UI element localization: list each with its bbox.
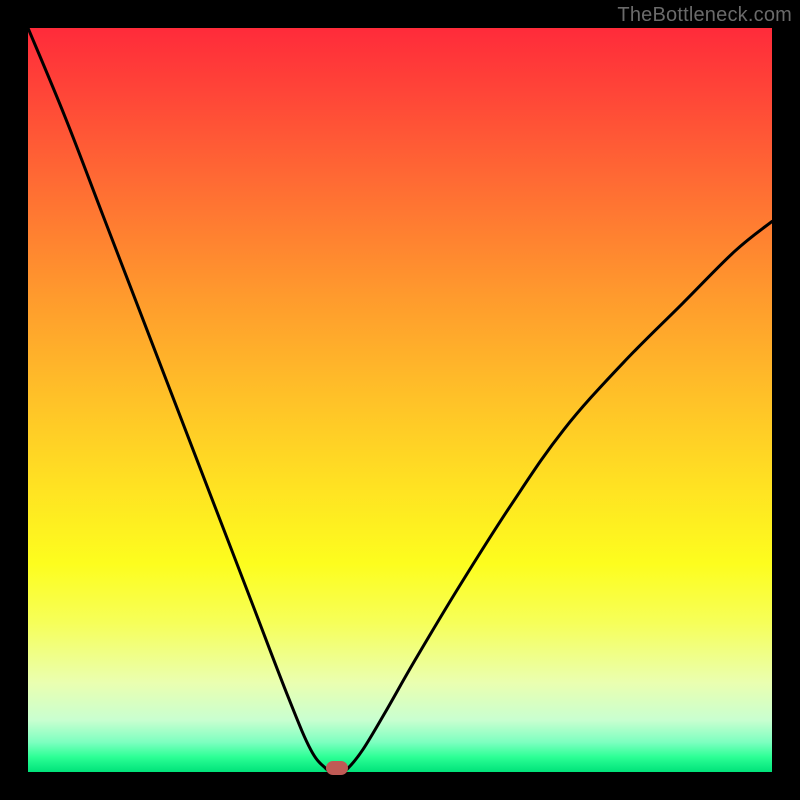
bottleneck-curve [28,28,772,772]
outer-frame: TheBottleneck.com [0,0,800,800]
attribution-text: TheBottleneck.com [617,4,792,27]
optimum-marker [326,761,348,775]
plot-area [28,28,772,772]
curve-svg [28,28,772,772]
